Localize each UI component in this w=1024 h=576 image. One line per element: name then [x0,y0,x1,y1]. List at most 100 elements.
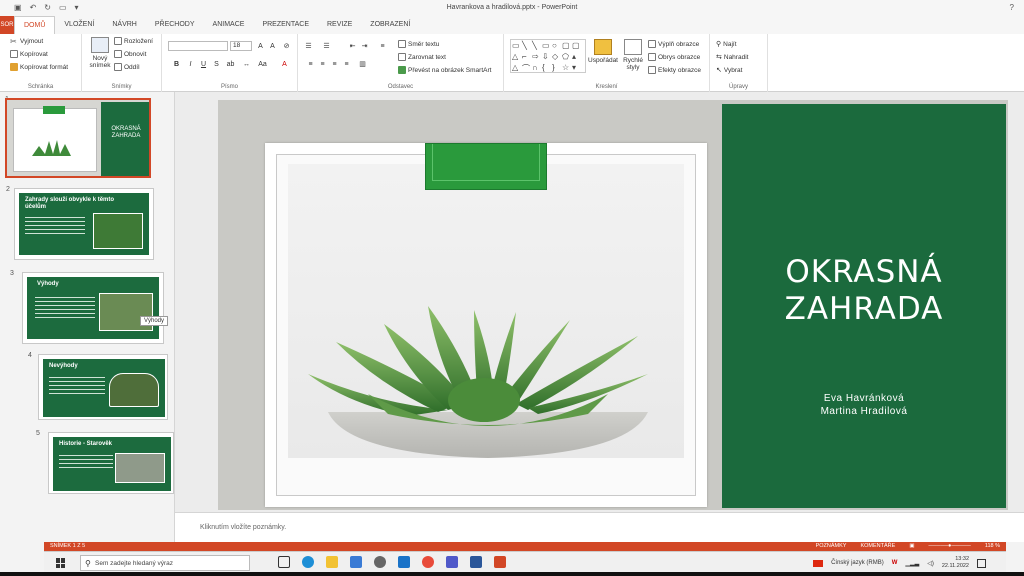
brace-shape-icon[interactable]: } [552,63,562,74]
tab-design[interactable]: NÁVRH [103,16,146,34]
store-icon[interactable] [350,556,362,568]
curve-shape-icon[interactable]: ∩ [532,63,542,74]
shape-outline-button[interactable]: Obrys obrazce [648,53,700,61]
slide-title[interactable]: OKRASNÁ ZAHRADA [722,254,1006,328]
line-shape-icon[interactable]: ╲ [522,41,532,52]
numbering-icon[interactable]: ☰ [322,42,331,51]
tab-insert[interactable]: VLOŽENÍ [55,16,103,34]
bullets-icon[interactable]: ☰ [304,42,313,51]
antivirus-icon[interactable]: W [892,560,898,566]
select-button[interactable]: ↖ Vybrat [716,66,742,75]
thumbnail-slide-5[interactable]: Historie - Starověk [48,432,174,494]
thumbnail-slide-1[interactable]: OKRASNÁ ZAHRADA [5,98,151,178]
tab-review[interactable]: REVIZE [318,16,361,34]
justify-icon[interactable]: ≡ [342,60,351,69]
notifications-icon[interactable] [977,558,986,568]
textbox-shape-icon[interactable]: ▭ [512,41,522,52]
format-painter-button[interactable]: Kopírovat formát [10,63,68,71]
quick-styles-button[interactable]: Rychlé styly [620,39,646,71]
smartart-button[interactable]: Převést na obrázek SmartArt [398,66,491,74]
rectangle-shape-icon[interactable]: ▢ [562,41,572,52]
input-language[interactable]: Čínský jazyk (RMB) [831,560,884,566]
thumbnail-slide-2[interactable]: Zahrady slouží obvykle k těmto účelům [14,188,154,260]
shapes-gallery[interactable]: ▭ ╲ ╲ ▭ ○ ▢ ▢ △ ⌐ ⇨ ⇩ ◇ ⬠ ▴ △ ⌒ ∩ { } ☆ … [510,39,586,73]
volume-icon[interactable]: ◁) [927,560,934,567]
decrease-indent-icon[interactable]: ⇤ [348,42,357,51]
edge-icon[interactable] [302,556,314,568]
italic-button[interactable]: I [186,60,195,69]
align-right-icon[interactable]: ≡ [330,60,339,69]
chrome-icon[interactable] [422,556,434,568]
task-view-icon[interactable] [278,556,290,568]
normal-view-icon[interactable]: ▣ [909,543,914,549]
powerpoint-icon[interactable] [494,556,506,568]
clear-format-icon[interactable]: ⊘ [282,42,291,51]
notes-button[interactable]: POZNÁMKY [816,543,847,549]
slide-subtitle[interactable]: Eva Havránková Martina Hradilová [722,392,1006,418]
zoom-slider[interactable]: ─────●───── [929,543,971,549]
windows-start-icon[interactable] [56,558,66,568]
tab-home[interactable]: DOMŮ [14,16,56,34]
arrange-button[interactable]: Uspořádat [588,39,618,64]
star-shape-icon[interactable]: ☆ [562,63,572,74]
line-spacing-icon[interactable]: ≡ [378,42,387,51]
layout-button[interactable]: Rozložení [114,37,153,45]
file-explorer-icon[interactable] [326,556,338,568]
triangle-shape-icon[interactable]: △ [512,52,522,63]
arrow-right-shape-icon[interactable]: ⇨ [532,52,542,63]
columns-icon[interactable]: ▥ [358,60,367,69]
find-button[interactable]: ⚲ Najít [716,40,737,49]
settings-gear-icon[interactable] [374,556,386,568]
rectangle-shape-icon[interactable]: ▭ [542,41,552,52]
help-button[interactable]: ? [1010,3,1014,12]
text-direction-button[interactable]: Směr textu [398,40,439,48]
shape-fill-button[interactable]: Výplň obrazce [648,40,699,48]
rounded-rect-shape-icon[interactable]: ▢ [572,41,582,52]
teams-icon[interactable] [446,556,458,568]
line-shape-icon[interactable]: ╲ [532,41,542,52]
curve-shape-icon[interactable]: ⌒ [522,63,532,74]
oval-shape-icon[interactable]: ○ [552,41,562,52]
tab-file[interactable]: SOR [0,16,14,34]
title-panel[interactable]: OKRASNÁ ZAHRADA Eva Havránková Martina H… [722,104,1006,508]
succulent-photo[interactable] [288,164,684,458]
grow-font-icon[interactable]: A [256,42,265,51]
thumbnail-slide-4[interactable]: Nevýhody [38,354,168,420]
thumbnail-slide-3[interactable]: Výhody [22,272,164,344]
align-left-icon[interactable]: ≡ [306,60,315,69]
pentagon-shape-icon[interactable]: ⬠ [562,52,572,63]
taskbar-search-input[interactable]: ⚲ Sem zadejte hledaný výraz [80,555,250,571]
replace-button[interactable]: ⇆ Nahradit [716,53,748,62]
bent-arrow-icon[interactable]: ⌐ [522,52,532,63]
strikethrough-icon[interactable]: ab [226,60,235,69]
tab-slideshow[interactable]: PREZENTACE [253,16,318,34]
mail-icon[interactable] [398,556,410,568]
underline-button[interactable]: U [199,60,208,69]
align-center-icon[interactable]: ≡ [318,60,327,69]
shape-effects-button[interactable]: Efekty obrazce [648,66,701,74]
font-size-select[interactable]: 18 [230,41,252,51]
section-button[interactable]: Oddíl [114,63,140,71]
comments-button[interactable]: KOMENTÁŘE [860,543,895,549]
font-color-icon[interactable]: A [280,60,289,69]
tab-transitions[interactable]: PŘECHODY [146,16,204,34]
tab-view[interactable]: ZOBRAZENÍ [361,16,419,34]
reset-button[interactable]: Obnovit [114,50,146,58]
notes-pane[interactable]: Kliknutím vložíte poznámky. [175,512,1024,542]
clock[interactable]: 13:32 22.11.2022 [942,556,969,570]
increase-indent-icon[interactable]: ⇥ [360,42,369,51]
zoom-level[interactable]: 118 % [985,543,1000,549]
tab-animations[interactable]: ANIMACE [204,16,254,34]
network-icon[interactable]: ▁▂▃ [905,560,919,567]
shrink-font-icon[interactable]: A [268,42,277,51]
diamond-shape-icon[interactable]: ◇ [552,52,562,63]
word-icon[interactable] [470,556,482,568]
cut-button[interactable]: ✂ Vyjmout [10,37,43,46]
copy-button[interactable]: Kopírovat [10,50,48,58]
change-case-icon[interactable]: Aa [258,60,267,69]
char-spacing-icon[interactable]: ↔ [242,60,251,69]
align-text-button[interactable]: Zarovnat text [398,53,446,61]
bold-button[interactable]: B [172,60,181,69]
more-shapes-icon[interactable]: ▴ [572,52,582,63]
arrow-down-shape-icon[interactable]: ⇩ [542,52,552,63]
